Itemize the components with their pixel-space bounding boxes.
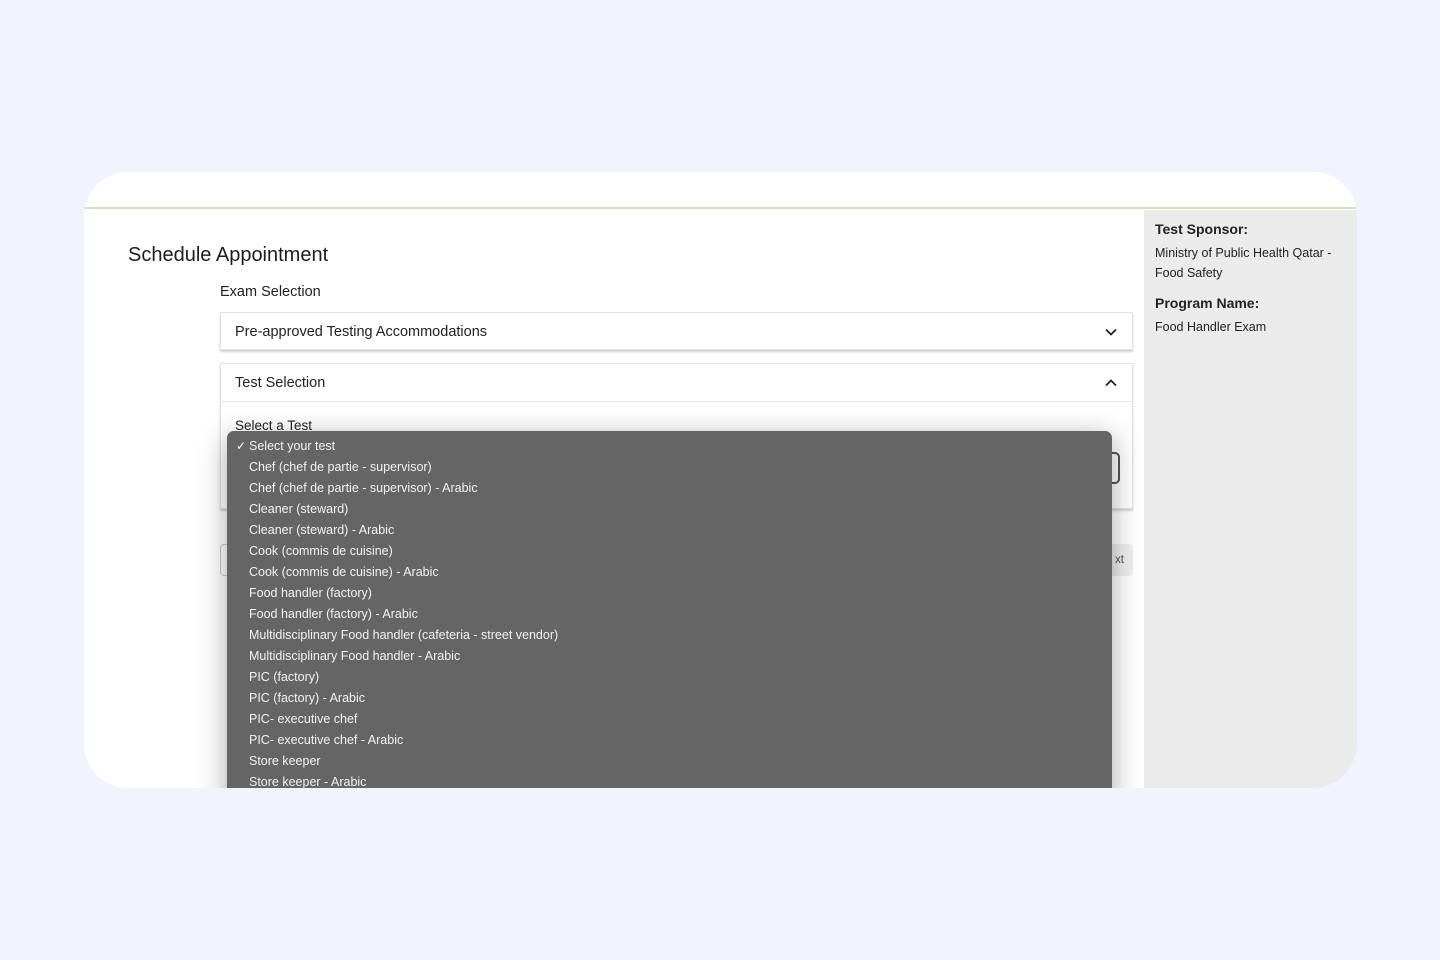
main-panel: Schedule Appointment Exam Selection Pre-… [84, 210, 1144, 788]
exam-info-sidebar: Test Sponsor: Ministry of Public Health … [1144, 210, 1357, 788]
checkmark-icon: ✓ [236, 439, 247, 453]
select-option[interactable]: PIC (factory) - Arabic [227, 688, 1112, 709]
program-value: Food Handler Exam [1155, 320, 1267, 334]
top-bar [84, 172, 1357, 209]
sponsor-heading: Test Sponsor: [1155, 221, 1249, 237]
option-label: Chef (chef de partie - supervisor) [249, 460, 432, 474]
select-option[interactable]: Store keeper [227, 751, 1112, 772]
select-option[interactable]: Store keeper - Arabic [227, 772, 1112, 788]
select-option[interactable]: Cleaner (steward) [227, 499, 1112, 520]
select-option[interactable]: Food handler (factory) [227, 583, 1112, 604]
select-option[interactable]: Multidisciplinary Food handler - Arabic [227, 646, 1112, 667]
select-option[interactable]: PIC- executive chef [227, 709, 1112, 730]
option-label: Multidisciplinary Food handler (cafeteri… [249, 628, 559, 642]
select-option[interactable]: Cook (commis de cuisine) - Arabic [227, 562, 1112, 583]
select-option[interactable]: Cook (commis de cuisine) [227, 541, 1112, 562]
option-label: Select your test [249, 439, 336, 453]
chevron-down-icon [1105, 328, 1117, 336]
option-label: Food handler (factory) - Arabic [249, 607, 418, 621]
chevron-up-icon [1105, 378, 1117, 386]
select-option[interactable]: PIC (factory) [227, 667, 1112, 688]
test-selection-accordion-title: Test Selection [235, 374, 326, 391]
option-label: Chef (chef de partie - supervisor) - Ara… [249, 481, 478, 495]
accommodations-accordion-header[interactable]: Pre-approved Testing Accommodations [221, 313, 1132, 351]
select-option[interactable]: ✓ Select your test [227, 436, 1112, 457]
option-label: PIC (factory) [249, 670, 320, 684]
option-label: Cleaner (steward) [249, 502, 349, 516]
select-option[interactable]: PIC- executive chef - Arabic [227, 730, 1112, 751]
select-option[interactable]: Chef (chef de partie - supervisor) [227, 457, 1112, 478]
select-option[interactable]: Cleaner (steward) - Arabic [227, 520, 1112, 541]
accommodations-accordion: Pre-approved Testing Accommodations [220, 312, 1133, 350]
app-card: Schedule Appointment Exam Selection Pre-… [84, 172, 1357, 788]
option-label: Store keeper [249, 754, 321, 768]
option-label: Store keeper - Arabic [249, 775, 367, 788]
option-label: PIC- executive chef - Arabic [249, 733, 404, 747]
option-label: Multidisciplinary Food handler - Arabic [249, 649, 461, 663]
select-option[interactable]: Multidisciplinary Food handler (cafeteri… [227, 625, 1112, 646]
test-selection-accordion-header[interactable]: Test Selection [221, 364, 1132, 402]
option-label: Cook (commis de cuisine) [249, 544, 393, 558]
select-option[interactable]: Food handler (factory) - Arabic [227, 604, 1112, 625]
program-heading: Program Name: [1155, 295, 1260, 311]
sponsor-value: Ministry of Public Health Qatar - Food S… [1155, 246, 1332, 280]
test-select-dropdown[interactable]: ✓ Select your test Chef (chef de partie -… [227, 431, 1112, 788]
select-option[interactable]: Chef (chef de partie - supervisor) - Ara… [227, 478, 1112, 499]
option-label: Cook (commis de cuisine) - Arabic [249, 565, 439, 579]
accommodations-accordion-title: Pre-approved Testing Accommodations [235, 324, 488, 340]
option-label: PIC (factory) - Arabic [249, 691, 365, 705]
page-title: Schedule Appointment [128, 244, 329, 266]
option-label: Cleaner (steward) - Arabic [249, 523, 395, 537]
exam-selection-label: Exam Selection [220, 284, 321, 300]
option-label: PIC- executive chef [249, 712, 358, 726]
option-label: Food handler (factory) [249, 586, 372, 600]
